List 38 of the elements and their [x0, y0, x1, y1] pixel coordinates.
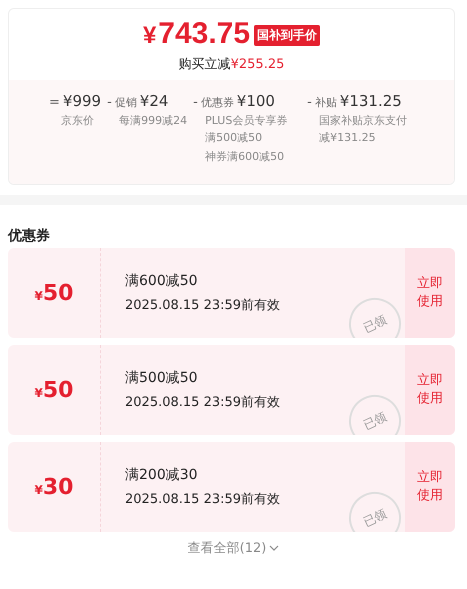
breakdown-label: 补贴 — [314, 95, 337, 110]
chevron-down-icon — [269, 545, 280, 551]
discount-amount: ¥255.25 — [230, 57, 284, 72]
breakdown-note: PLUS会员专享券满500减50 — [205, 113, 288, 146]
breakdown-note: 每满999减24 — [119, 113, 188, 129]
coupon-value: ¥50 — [34, 280, 74, 306]
breakdown-note: 神券满600减50 — [205, 149, 286, 165]
coupon-validity: 2025.08.15 23:59前有效 — [125, 394, 282, 411]
coupon-condition: 满600减50 — [125, 272, 199, 290]
price-badge: 国补到手价 — [254, 24, 320, 46]
breakdown-label: 优惠券 — [200, 95, 234, 110]
coupon-validity: 2025.08.15 23:59前有效 — [125, 491, 282, 508]
coupon-condition: 满200减30 — [125, 466, 199, 484]
breakdown-note: 京东价 — [61, 113, 95, 129]
section-title: 优惠券 — [6, 227, 51, 243]
use-now-button[interactable]: 立即使用 — [405, 248, 455, 338]
breakdown-amount: ¥131.25 — [340, 92, 402, 110]
coupon-value: ¥30 — [34, 474, 74, 500]
view-all-link[interactable]: 查看全部(12) — [0, 539, 467, 557]
final-price: ¥743.75 — [142, 17, 250, 52]
breakdown-amount: ¥100 — [236, 92, 275, 110]
coupon-condition: 满500减50 — [125, 369, 199, 387]
coupon-card[interactable]: ¥50 满600减50 2025.08.15 23:59前有效 已领 立即使用 — [8, 248, 455, 338]
coupon-card[interactable]: ¥30 满200减30 2025.08.15 23:59前有效 已领 立即使用 — [8, 442, 455, 532]
breakdown-label: 促销 — [114, 95, 137, 110]
breakdown-note: 国家补贴京东支付减¥131.25 — [319, 113, 408, 146]
operator-sign: - — [107, 95, 112, 110]
coupon-value: ¥50 — [34, 378, 74, 402]
use-now-button[interactable]: 立即使用 — [405, 442, 455, 532]
coupon-validity: 2025.08.15 23:59前有效 — [125, 297, 282, 314]
operator-sign: = — [49, 95, 60, 110]
operator-sign: - — [193, 95, 198, 110]
breakdown-amount: ¥999 — [62, 92, 102, 110]
breakdown-amount: ¥24 — [140, 92, 168, 110]
coupon-card[interactable]: ¥50 满500减50 2025.08.15 23:59前有效 已领 立即使用 — [8, 345, 455, 435]
operator-sign: - — [307, 95, 312, 110]
discount-label: 购买立减 — [178, 57, 231, 72]
use-now-button[interactable]: 立即使用 — [405, 345, 455, 435]
